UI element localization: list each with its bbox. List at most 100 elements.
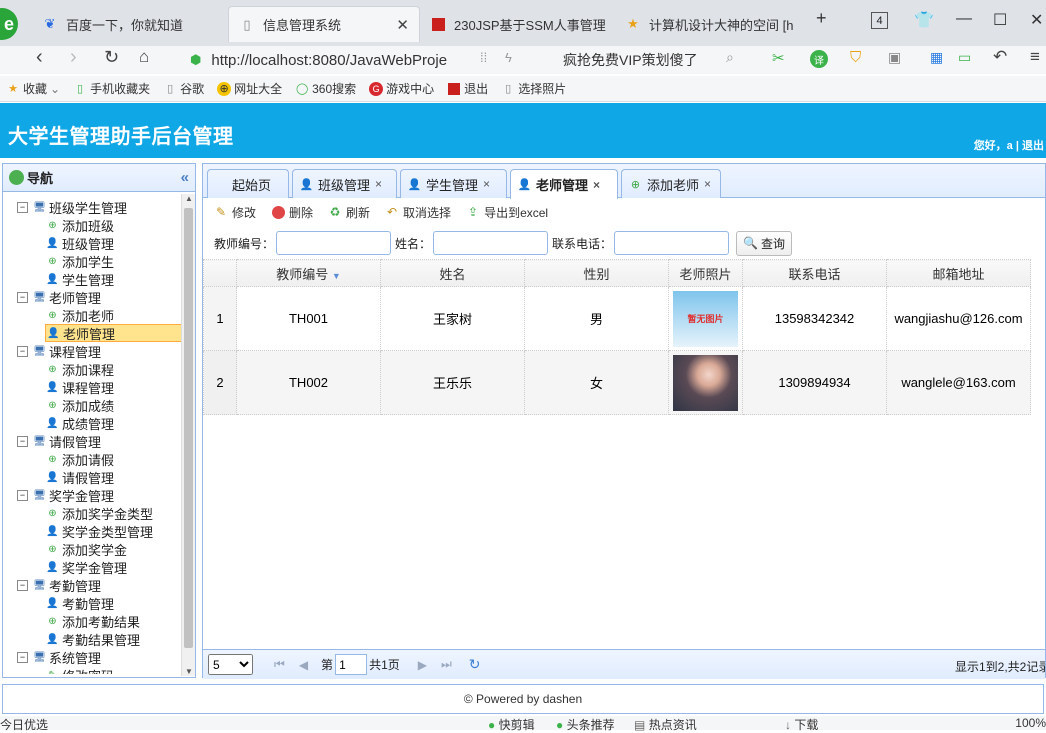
nav-item[interactable]: 👤 奖学金管理: [45, 558, 127, 576]
name-input[interactable]: [433, 231, 549, 255]
tree-toggle-icon[interactable]: −: [17, 651, 28, 663]
nav-group[interactable]: − 🖥 奖学金管理: [17, 486, 114, 504]
close-tab-icon[interactable]: ×: [483, 177, 490, 191]
nav-group[interactable]: − 🖥 请假管理: [17, 432, 101, 450]
tab-count-badge[interactable]: 4: [871, 12, 888, 29]
close-tab-icon[interactable]: ×: [704, 177, 711, 191]
bookmark-mobile[interactable]: ▯ 手机收藏夹: [73, 80, 150, 97]
tree-toggle-icon[interactable]: −: [17, 291, 28, 303]
teacher-photo[interactable]: [673, 354, 738, 411]
export-excel-button[interactable]: ⇪ 导出到excel: [465, 204, 548, 221]
shield-icon[interactable]: ⛉: [850, 49, 861, 66]
page-size-select[interactable]: 5: [208, 654, 253, 675]
tree-toggle-icon[interactable]: −: [17, 201, 28, 213]
nav-item[interactable]: 👤 课程管理: [45, 378, 114, 396]
nav-item[interactable]: ⊕ 添加成绩: [45, 396, 114, 414]
close-tab-icon[interactable]: ×: [593, 178, 600, 192]
tree-toggle-icon[interactable]: −: [17, 579, 28, 591]
edit-button[interactable]: ✎ 修改: [213, 204, 256, 221]
next-page-icon[interactable]: ▶: [418, 658, 427, 672]
undo-icon[interactable]: ↶: [993, 47, 1007, 67]
zoom-level[interactable]: 100%: [1015, 716, 1046, 730]
bookmark-games[interactable]: G 游戏中心: [369, 80, 434, 97]
nav-group[interactable]: − 🖥 班级学生管理: [17, 198, 127, 216]
browser-tab-baidu[interactable]: ❦ 百度一下，你就知道: [32, 6, 222, 42]
nav-item[interactable]: 👤 学生管理: [45, 270, 114, 288]
query-button[interactable]: 🔍 查询: [736, 230, 793, 256]
nav-item[interactable]: ⊕ 添加请假: [45, 450, 114, 468]
nav-item[interactable]: 👤 班级管理: [45, 234, 114, 252]
browser-tab-active[interactable]: ▯ 信息管理系统 ✕: [228, 6, 420, 42]
nav-item[interactable]: ⊕ 添加学生: [45, 252, 114, 270]
scissors-icon[interactable]: ✂: [772, 49, 785, 67]
first-page-icon[interactable]: ⏮: [274, 657, 285, 672]
scroll-up-icon[interactable]: ▲: [185, 194, 193, 203]
nav-item[interactable]: 👤 成绩管理: [45, 414, 114, 432]
promo-text[interactable]: 疯抢免费VIP策划傻了: [563, 50, 698, 70]
status-item-news[interactable]: ● 头条推荐: [556, 716, 615, 733]
screenshot-icon[interactable]: ▣: [888, 49, 901, 66]
bookmark-360[interactable]: ◯ 360搜索: [295, 80, 356, 97]
teacher-no-input[interactable]: [276, 231, 392, 255]
apps-icon[interactable]: ▦: [930, 49, 943, 66]
reload-icon[interactable]: ↻: [104, 47, 119, 68]
grid-apps-icon[interactable]: ⁞⁞: [480, 50, 487, 65]
back-icon[interactable]: ‹: [36, 46, 43, 69]
delete-button[interactable]: 删除: [270, 204, 313, 221]
close-window-icon[interactable]: ✕: [1030, 10, 1043, 30]
cancel-select-button[interactable]: ↶ 取消选择: [384, 204, 451, 221]
search-icon[interactable]: ⌕: [726, 49, 734, 66]
menu-icon[interactable]: ≡: [1030, 47, 1040, 67]
nav-group[interactable]: − 🖥 课程管理: [17, 342, 101, 360]
bookmark-hao[interactable]: ⊕ 网址大全: [217, 80, 282, 97]
col-gender[interactable]: 性别: [524, 259, 669, 287]
no-image-placeholder[interactable]: 暂无图片: [673, 290, 738, 347]
bookmark-photo[interactable]: ▯ 选择照片: [501, 80, 566, 97]
home-icon[interactable]: ⌂: [139, 47, 149, 67]
tree-toggle-icon[interactable]: −: [17, 435, 28, 447]
nav-group[interactable]: − 🖥 考勤管理: [17, 576, 101, 594]
nav-item[interactable]: ⊕ 添加奖学金类型: [45, 504, 153, 522]
col-teacher-no[interactable]: 教师编号 ▼: [236, 259, 381, 287]
panel-tab[interactable]: 👤 班级管理 ×: [292, 169, 397, 198]
browser-tab-ssm[interactable]: 230JSP基于SSM人事管理: [420, 6, 610, 42]
url-field[interactable]: ⬢ http://localhost:8080/JavaWebProje: [190, 49, 530, 71]
tree-toggle-icon[interactable]: −: [17, 345, 28, 357]
phone-input[interactable]: [614, 231, 730, 255]
nav-item[interactable]: ⊕ 添加奖学金: [45, 540, 127, 558]
bookmark-exit[interactable]: 退出: [447, 80, 488, 97]
last-page-icon[interactable]: ⏭: [441, 657, 452, 672]
bookmark-google[interactable]: ▯ 谷歌: [163, 80, 204, 97]
battery-icon[interactable]: ▭: [958, 49, 971, 66]
nav-item[interactable]: ⊕ 添加老师: [45, 306, 114, 324]
reload-page-icon[interactable]: ↻: [469, 656, 481, 673]
nav-item[interactable]: 👤 考勤结果管理: [45, 630, 140, 648]
col-phone[interactable]: 联系电话: [742, 259, 887, 287]
browser-tab-space[interactable]: ★ 计算机设计大神的空间 [h: [615, 6, 805, 42]
minimize-icon[interactable]: —: [956, 10, 972, 28]
nav-item[interactable]: 👤 考勤管理: [45, 594, 114, 612]
prev-page-icon[interactable]: ◀: [299, 658, 308, 672]
nav-item[interactable]: ⊕ 添加考勤结果: [45, 612, 140, 630]
panel-tab[interactable]: 👤 学生管理 ×: [400, 169, 507, 198]
page-number-input[interactable]: [335, 654, 368, 675]
close-tab-icon[interactable]: ×: [375, 177, 382, 191]
status-item-download[interactable]: ↓ 下载: [785, 716, 818, 733]
tree-toggle-icon[interactable]: −: [17, 489, 28, 501]
nav-item[interactable]: 👤 请假管理: [45, 468, 114, 486]
col-email[interactable]: 邮箱地址: [886, 259, 1031, 287]
status-item-clip[interactable]: ● 快剪辑: [488, 716, 535, 733]
table-row[interactable]: 1 TH001 王家树 男 暂无图片 13598342342 wangjiash…: [203, 286, 1031, 351]
forward-icon[interactable]: ›: [70, 46, 77, 69]
nav-item[interactable]: ✎修改密码: [45, 666, 114, 675]
nav-item[interactable]: ⊕ 添加课程: [45, 360, 114, 378]
nav-scrollbar[interactable]: ▲ ▼: [181, 194, 195, 676]
col-photo[interactable]: 老师照片: [668, 259, 743, 287]
new-tab-icon[interactable]: +: [816, 8, 827, 29]
maximize-icon[interactable]: ☐: [993, 10, 1007, 30]
refresh-button[interactable]: ♻ 刷新: [327, 204, 370, 221]
panel-tab[interactable]: ⊕ 添加老师 ×: [621, 169, 721, 198]
scroll-down-icon[interactable]: ▼: [185, 667, 193, 676]
nav-scroll-thumb[interactable]: [184, 208, 193, 648]
browser-logo[interactable]: e: [0, 8, 18, 40]
